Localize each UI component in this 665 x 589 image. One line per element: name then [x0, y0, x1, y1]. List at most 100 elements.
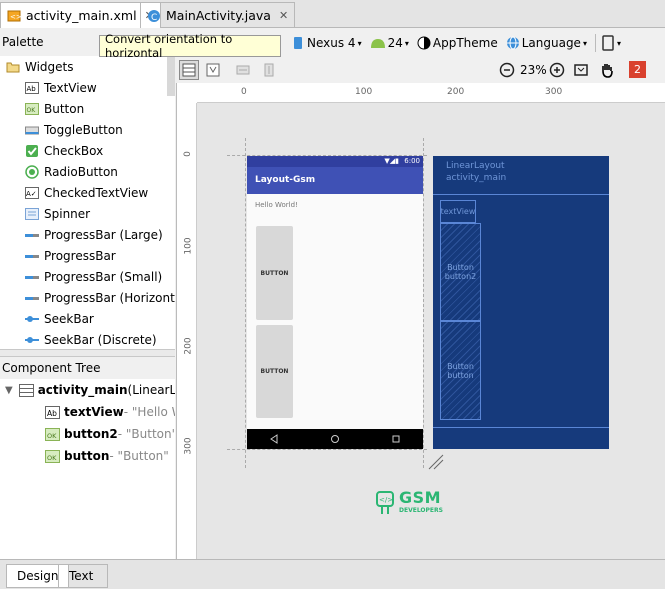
textview-icon: Ab [25, 81, 39, 95]
zoom-out-button[interactable] [497, 60, 517, 80]
design-preview[interactable]: 6:00 ▼◢▮ Layout-Gsm Hello World! BUTTON … [247, 156, 423, 449]
palette-item[interactable]: SeekBar [0, 308, 175, 329]
palette-item[interactable]: ToggleButton [0, 119, 175, 140]
preview-button-1[interactable]: BUTTON [256, 226, 293, 320]
tab-activity-main-xml[interactable]: <> activity_main.xml ✕ [0, 2, 161, 28]
palette-item-label: ProgressBar (Small) [44, 269, 163, 284]
zoom-level: 23% [520, 63, 547, 77]
palette-item-label: Spinner [44, 206, 91, 221]
svg-text:A✓: A✓ [26, 190, 37, 198]
recents-icon [392, 435, 400, 443]
tab-label: activity_main.xml [26, 8, 137, 23]
preview-button-2[interactable]: BUTTON [256, 325, 293, 418]
error-badge[interactable]: 2 [629, 61, 646, 78]
language-label: Language [521, 36, 581, 50]
status-bar: 6:00 ▼◢▮ [247, 156, 423, 167]
theme-selector[interactable]: AppTheme [417, 36, 498, 50]
palette-item[interactable]: OK Button [0, 98, 175, 119]
palette-item[interactable]: RadioButton [0, 161, 175, 182]
globe-icon [506, 36, 519, 50]
resize-handle-icon[interactable] [427, 453, 445, 471]
tree-root-item[interactable]: ▼ activity_main (LinearLay [0, 379, 175, 401]
palette-item[interactable]: ProgressBar [0, 245, 175, 266]
api-selector[interactable]: 24 ▾ [370, 36, 409, 50]
palette-item[interactable]: CheckBox [0, 140, 175, 161]
tab-mainactivity-java[interactable]: C MainActivity.java ✕ [140, 2, 296, 28]
blueprint-textview-label: textView [440, 207, 476, 216]
palette-item-label: ProgressBar (Horizontal) [44, 290, 175, 305]
tooltip: Convert orientation to horizontal [99, 32, 281, 60]
expand-vertical-icon [264, 63, 274, 77]
radiobutton-icon [25, 164, 39, 179]
palette-item[interactable]: Spinner [0, 203, 175, 224]
svg-text:Ab: Ab [47, 409, 57, 418]
back-icon [270, 434, 278, 444]
status-icons: ▼◢▮ [384, 157, 399, 165]
distribute-height-button[interactable] [259, 60, 279, 80]
ruler-label: 300 [183, 437, 194, 455]
fit-screen-icon [574, 64, 588, 76]
palette-item[interactable]: Ab TextView [0, 77, 175, 98]
gravity-icon [206, 63, 220, 77]
tree-item[interactable]: OK button - "Button" [0, 445, 175, 467]
progressbar-icon [25, 291, 39, 305]
guide-line [227, 449, 427, 450]
logo-text: GSM [399, 488, 442, 507]
button-icon: OK [25, 102, 39, 116]
tab-text[interactable]: Text [58, 564, 108, 588]
tree-item[interactable]: Ab textView - "Hello W [0, 401, 175, 423]
palette-item[interactable]: ProgressBar (Small) [0, 266, 175, 287]
seekbar-icon [25, 312, 39, 326]
svg-text:Ab: Ab [27, 85, 37, 93]
java-class-icon: C [147, 9, 161, 23]
design-canvas[interactable]: 0 100 200 300 0 100 200 300 6:00 ▼◢▮ Lay… [176, 83, 665, 559]
blueprint-view[interactable]: LinearLayout activity_main textView Butt… [433, 156, 609, 449]
ruler-label: 300 [545, 87, 563, 97]
palette-item[interactable]: ProgressBar (Horizontal) [0, 287, 175, 308]
home-icon [331, 435, 339, 443]
preview-button-label: BUTTON [260, 368, 289, 375]
tree-root-type: (LinearLay [127, 383, 175, 397]
palette-scrollbar[interactable] [167, 56, 175, 96]
tree-item-id: button2 [64, 427, 118, 441]
button-icon: OK [45, 427, 60, 442]
dropdown-arrow-icon: ▾ [616, 38, 621, 48]
palette-item-label: ProgressBar (Large) [44, 227, 163, 242]
spinner-icon [25, 207, 39, 221]
pan-button[interactable] [597, 60, 617, 80]
hand-icon [602, 64, 613, 78]
orientation-selector[interactable]: ▾ [602, 35, 621, 51]
convert-orientation-button[interactable] [179, 60, 199, 80]
blueprint-button-id: button [447, 370, 474, 380]
blueprint-button-1[interactable]: Button button2 [440, 223, 481, 321]
ruler-corner [177, 83, 197, 103]
gsm-logo-icon: </> [376, 491, 394, 514]
palette-item-label: ToggleButton [44, 122, 123, 137]
theme-icon [417, 36, 431, 50]
close-icon[interactable]: ✕ [279, 9, 288, 22]
blueprint-button-2[interactable]: Button button [440, 321, 481, 420]
tree-item[interactable]: OK button2 - "Button" [0, 423, 175, 445]
bottom-tab-bar: Design Text [0, 559, 665, 589]
svg-text:<>: <> [10, 13, 21, 21]
gravity-button[interactable] [203, 60, 223, 80]
blueprint-textview[interactable]: textView [440, 200, 476, 223]
dropdown-arrow-icon: ▾ [404, 38, 409, 48]
ruler-label: 100 [355, 87, 373, 97]
zoom-in-button[interactable] [547, 60, 567, 80]
distribute-width-button[interactable] [233, 60, 253, 80]
preview-textview[interactable]: Hello World! [255, 201, 298, 209]
panel-splitter[interactable] [0, 349, 175, 357]
palette-item[interactable]: A✓ CheckedTextView [0, 182, 175, 203]
linearlayout-icon [18, 383, 34, 398]
tree-item-detail: - "Button" [117, 427, 175, 441]
palette-item[interactable]: SeekBar (Discrete) [0, 329, 175, 349]
palette-item[interactable]: ProgressBar (Large) [0, 224, 175, 245]
app-title: Layout-Gsm [255, 175, 316, 185]
blueprint-button-id: button2 [444, 272, 477, 281]
blueprint-layout-id: activity_main [446, 173, 507, 183]
zoom-to-fit-button[interactable] [571, 60, 591, 80]
device-selector[interactable]: Nexus 4 ▾ [293, 36, 362, 50]
language-selector[interactable]: Language ▾ [506, 36, 587, 50]
expand-horizontal-icon [236, 65, 250, 75]
